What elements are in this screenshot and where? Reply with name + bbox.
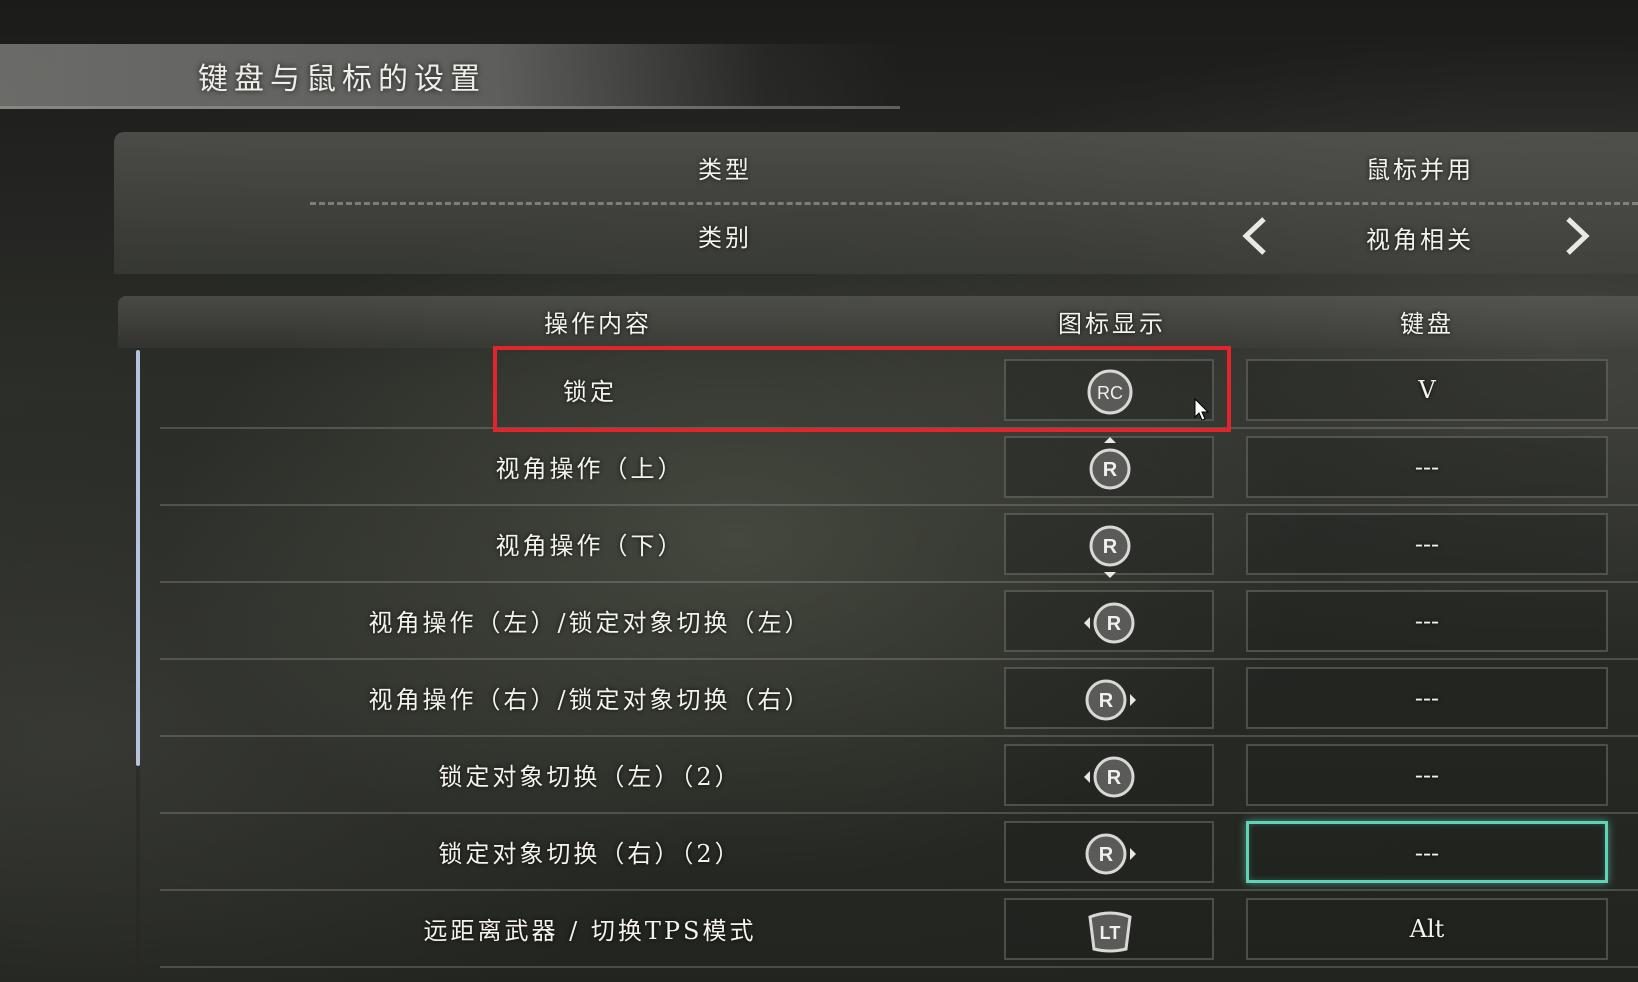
- r-text: R: [1103, 536, 1118, 558]
- icon-cell: R: [1004, 590, 1214, 652]
- action-label: 视角操作（右）/锁定对象切换（右）: [368, 686, 812, 714]
- right-stick-right-icon: R: [1085, 676, 1136, 724]
- scrollbar-thumb[interactable]: [136, 350, 140, 766]
- divider: [310, 202, 1638, 205]
- action-label: 锁定对象切换（右）（2）: [438, 840, 742, 868]
- right-stick-right-icon: R: [1085, 830, 1136, 878]
- column-header-action: 操作内容: [544, 310, 652, 338]
- key-binding-cell[interactable]: ---: [1246, 436, 1608, 498]
- icon-cell: LT: [1004, 898, 1214, 960]
- icon-cell: R: [1004, 436, 1214, 498]
- right-stick-left-icon: R: [1084, 599, 1135, 647]
- controller-lt-icon: LT: [1086, 907, 1134, 955]
- icon-cell: R: [1004, 744, 1214, 806]
- table-row[interactable]: 视角操作（上） R ---: [160, 427, 1638, 506]
- category-value[interactable]: 视角相关: [1366, 220, 1474, 255]
- table-row[interactable]: 视角操作（右）/锁定对象切换（右） R ---: [160, 658, 1638, 737]
- r-text: R: [1099, 690, 1114, 712]
- right-stick-up-icon: R: [1086, 437, 1134, 493]
- key-binding-cell[interactable]: ---: [1246, 513, 1608, 575]
- key-binding-cell-selected[interactable]: ---: [1246, 821, 1608, 883]
- action-label: 远距离武器 / 切换TPS模式: [423, 917, 757, 945]
- r-text: R: [1099, 844, 1114, 866]
- icon-cell: R: [1004, 513, 1214, 578]
- type-label: 类型: [698, 156, 752, 184]
- game-settings-screen: 键盘与鼠标的设置 类型 鼠标并用 类别 视角相关 操作内容 图标显示 键盘 锁定…: [0, 0, 1638, 982]
- key-binding-cell[interactable]: V: [1246, 359, 1608, 421]
- key-binding-cell[interactable]: ---: [1246, 744, 1608, 806]
- lt-text: LT: [1100, 923, 1121, 943]
- key-binding-cell[interactable]: ---: [1246, 667, 1608, 729]
- action-label: 视角操作（下）: [495, 532, 685, 560]
- key-binding-cell[interactable]: Alt: [1246, 898, 1608, 960]
- action-label: 锁定对象切换（左）（2）: [438, 763, 742, 791]
- r-text: R: [1107, 613, 1122, 635]
- page-title: 键盘与鼠标的设置: [198, 62, 486, 97]
- icon-cell: R: [1004, 667, 1214, 729]
- table-row[interactable]: 锁定对象切换（右）（2） R ---: [160, 812, 1638, 891]
- table-row[interactable]: 锁定对象切换（左）（2） R ---: [160, 735, 1638, 814]
- chevron-left-icon[interactable]: [1238, 216, 1272, 256]
- r-text: R: [1107, 767, 1122, 789]
- column-header-keyboard: 键盘: [1400, 310, 1454, 338]
- category-label: 类别: [698, 224, 752, 252]
- right-stick-down-icon: R: [1086, 522, 1134, 578]
- highlight-box: [493, 346, 1231, 432]
- action-label: 视角操作（左）/锁定对象切换（左）: [368, 609, 812, 637]
- chevron-right-icon[interactable]: [1560, 216, 1594, 256]
- type-value[interactable]: 鼠标并用: [1366, 150, 1474, 185]
- table-row[interactable]: 视角操作（左）/锁定对象切换（左） R ---: [160, 581, 1638, 660]
- mouse-cursor-icon: [1194, 397, 1210, 422]
- table-row[interactable]: 视角操作（下） R ---: [160, 504, 1638, 583]
- table-row[interactable]: 远距离武器 / 切换TPS模式 LT Alt: [160, 889, 1638, 968]
- key-binding-cell[interactable]: ---: [1246, 590, 1608, 652]
- column-header-icon: 图标显示: [1058, 310, 1166, 338]
- r-text: R: [1103, 459, 1118, 481]
- icon-cell: R: [1004, 821, 1214, 883]
- right-stick-left-icon: R: [1084, 753, 1135, 801]
- action-label: 视角操作（上）: [495, 455, 685, 483]
